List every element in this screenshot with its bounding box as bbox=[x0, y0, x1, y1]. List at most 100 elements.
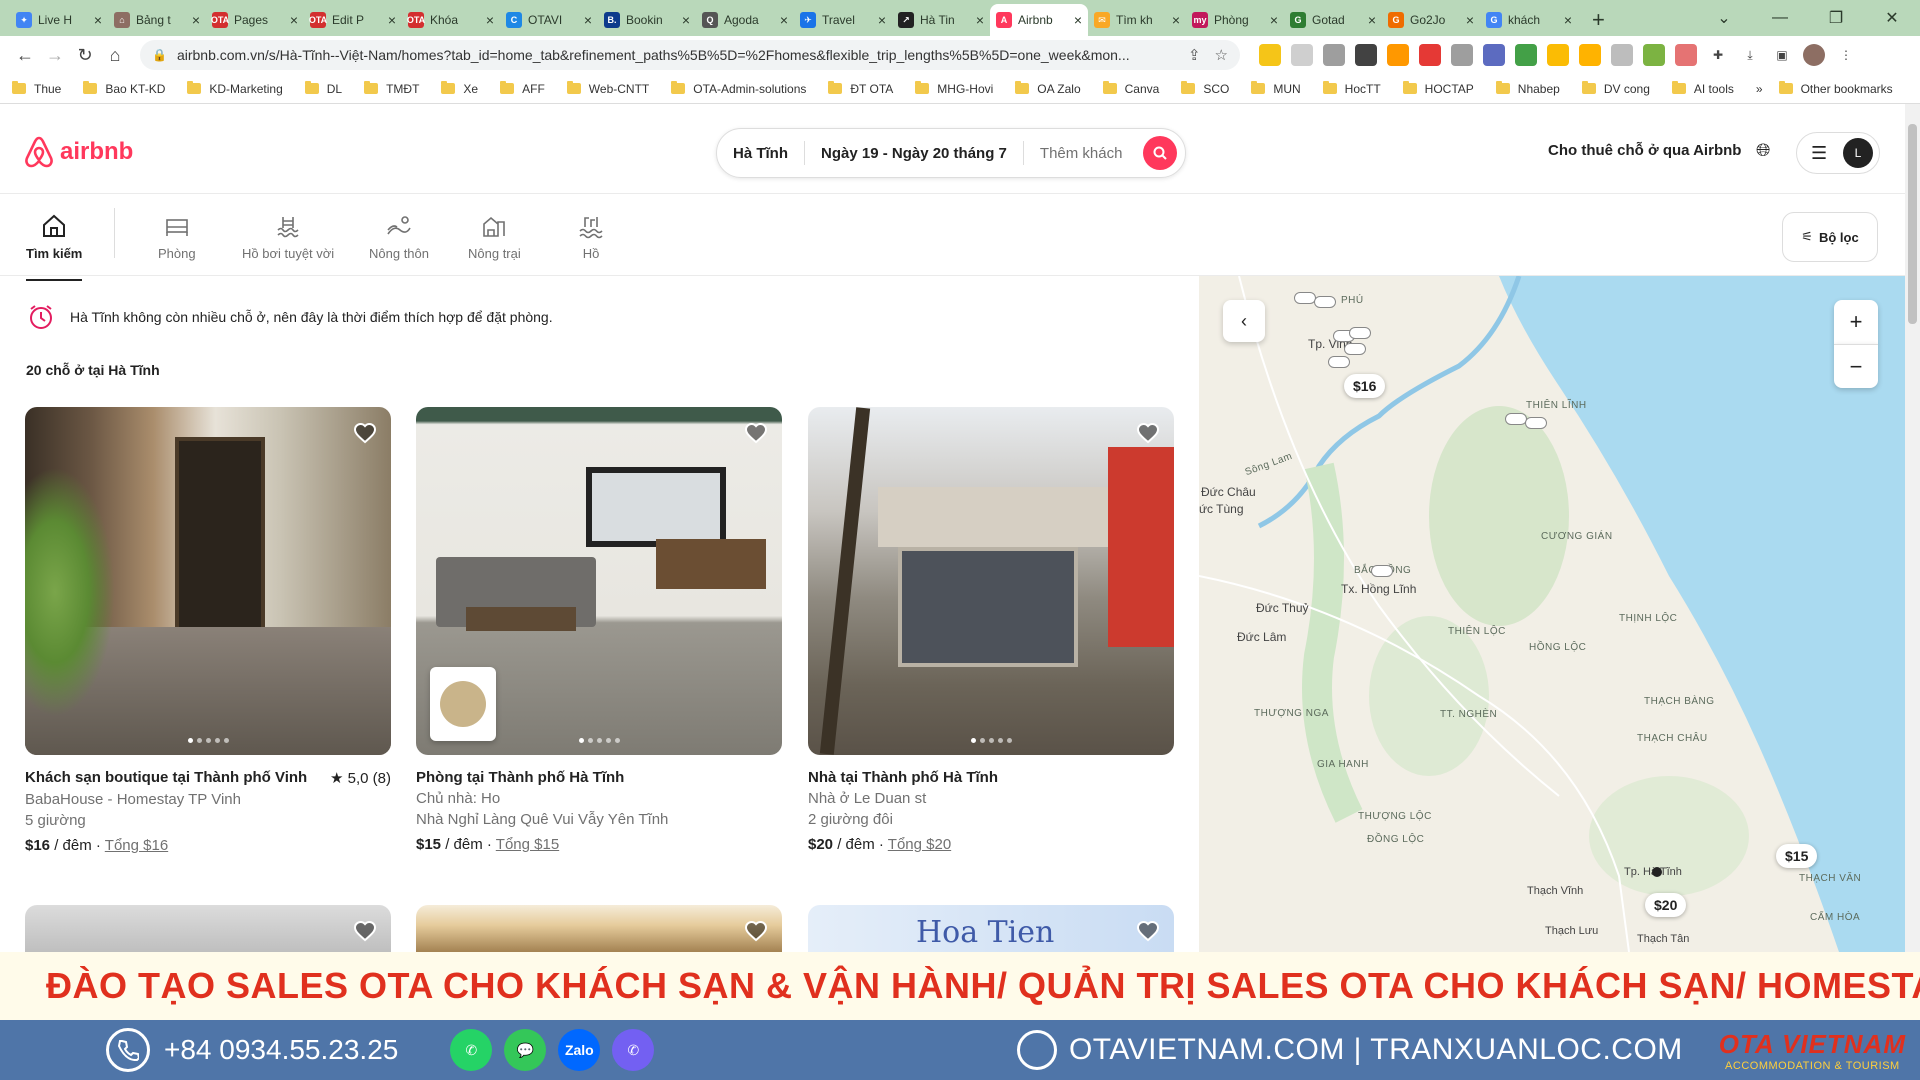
browser-tab[interactable]: G Go2Jo × bbox=[1382, 4, 1480, 36]
forward-icon[interactable]: → bbox=[40, 40, 70, 70]
user-menu-button[interactable]: ☰ L bbox=[1796, 132, 1880, 174]
listing-card[interactable] bbox=[25, 905, 391, 955]
extension-icon[interactable] bbox=[1419, 44, 1441, 66]
browser-tab[interactable]: OTA Edit P × bbox=[304, 4, 402, 36]
reload-icon[interactable]: ↻ bbox=[70, 40, 100, 70]
host-avatar[interactable] bbox=[430, 667, 496, 741]
bookmark-item[interactable]: Thue bbox=[12, 81, 61, 96]
close-tab-icon[interactable]: × bbox=[780, 12, 788, 28]
browser-tab[interactable]: ⌂ Bảng t × bbox=[108, 4, 206, 36]
search-button[interactable] bbox=[1143, 136, 1177, 170]
search-guests[interactable]: Thêm khách bbox=[1024, 145, 1143, 162]
price-pin[interactable]: $15 bbox=[1776, 844, 1818, 868]
heart-icon[interactable] bbox=[1136, 919, 1160, 943]
tab-search-icon[interactable]: ⌄ bbox=[1696, 0, 1752, 36]
map-marker[interactable] bbox=[1349, 327, 1371, 339]
browser-tab[interactable]: G Gotad × bbox=[1284, 4, 1382, 36]
extension-icon[interactable] bbox=[1323, 44, 1345, 66]
browser-tab[interactable]: ↗ Hà Tin × bbox=[892, 4, 990, 36]
bookmark-item[interactable]: SCO bbox=[1181, 81, 1229, 96]
listing-photo[interactable] bbox=[416, 407, 782, 755]
share-icon[interactable]: ⇪ bbox=[1188, 46, 1201, 64]
close-tab-icon[interactable]: × bbox=[290, 12, 298, 28]
close-tab-icon[interactable]: × bbox=[682, 12, 690, 28]
download-icon[interactable]: ⤓ bbox=[1739, 44, 1761, 66]
sidepanel-icon[interactable]: ▣ bbox=[1771, 44, 1793, 66]
heart-icon[interactable] bbox=[744, 421, 768, 445]
address-bar[interactable]: 🔒 airbnb.com.vn/s/Hà-Tĩnh--Việt-Nam/home… bbox=[140, 40, 1240, 70]
listing-card[interactable]: Khách sạn boutique tại Thành phố Vinh ★ … bbox=[25, 407, 391, 854]
heart-icon[interactable] bbox=[1136, 421, 1160, 445]
results-map[interactable]: PHÚ Tp. Vinh THIÊN LĨNH Sông Lam Đức Châ… bbox=[1199, 276, 1905, 952]
search-location[interactable]: Hà Tĩnh bbox=[717, 141, 805, 165]
heart-icon[interactable] bbox=[353, 919, 377, 943]
category-countryside[interactable]: Nông thôn bbox=[369, 212, 429, 261]
other-bookmarks[interactable]: Other bookmarks bbox=[1778, 81, 1893, 96]
listing-photo[interactable] bbox=[808, 407, 1174, 755]
extension-icon[interactable] bbox=[1291, 44, 1313, 66]
close-tab-icon[interactable]: × bbox=[94, 12, 102, 28]
close-tab-icon[interactable]: × bbox=[486, 12, 494, 28]
back-icon[interactable]: ← bbox=[10, 40, 40, 70]
bookmarks-overflow-icon[interactable]: » bbox=[1756, 82, 1763, 96]
map-marker[interactable] bbox=[1525, 417, 1547, 429]
become-host-link[interactable]: Cho thuê chỗ ở qua Airbnb bbox=[1548, 142, 1741, 159]
map-marker[interactable] bbox=[1314, 296, 1336, 308]
price-pin[interactable]: $16 bbox=[1344, 374, 1386, 398]
extension-icon[interactable] bbox=[1643, 44, 1665, 66]
close-tab-icon[interactable]: × bbox=[1074, 12, 1082, 28]
filter-button[interactable]: ⚟ Bộ lọc bbox=[1782, 212, 1878, 262]
category-search[interactable]: Tìm kiếm bbox=[26, 212, 83, 281]
heart-icon[interactable] bbox=[744, 919, 768, 943]
bookmark-item[interactable]: AFF bbox=[500, 81, 545, 96]
extension-icon[interactable] bbox=[1355, 44, 1377, 66]
airbnb-logo[interactable]: airbnb bbox=[24, 136, 133, 168]
extension-icon[interactable] bbox=[1675, 44, 1697, 66]
browser-tab[interactable]: my Phòng × bbox=[1186, 4, 1284, 36]
browser-tab[interactable]: B. Bookin × bbox=[598, 4, 696, 36]
close-window-icon[interactable]: ✕ bbox=[1864, 0, 1920, 36]
bookmark-item[interactable]: Bao KT-KD bbox=[83, 81, 165, 96]
bookmark-item[interactable]: AI tools bbox=[1671, 81, 1734, 96]
close-tab-icon[interactable]: × bbox=[1368, 12, 1376, 28]
map-marker[interactable] bbox=[1371, 565, 1393, 577]
bookmark-item[interactable]: TMĐT bbox=[364, 81, 419, 96]
browser-tab[interactable]: OTA Khóa × bbox=[402, 4, 500, 36]
price-pin[interactable]: $20 bbox=[1645, 893, 1687, 917]
browser-tab[interactable]: ✦ Live H × bbox=[10, 4, 108, 36]
listing-card[interactable]: Nhà tại Thành phố Hà Tĩnh Nhà ở Le Duan … bbox=[808, 407, 1174, 853]
zoom-in-button[interactable]: + bbox=[1834, 300, 1878, 344]
kebab-menu-icon[interactable]: ⋮ bbox=[1835, 44, 1857, 66]
browser-tab[interactable]: ✈ Travel × bbox=[794, 4, 892, 36]
listing-card[interactable] bbox=[416, 905, 782, 955]
search-bar[interactable]: Hà Tĩnh Ngày 19 - Ngày 20 tháng 7 Thêm k… bbox=[716, 128, 1186, 178]
scrollbar-thumb[interactable] bbox=[1908, 124, 1917, 324]
map-marker[interactable] bbox=[1505, 413, 1527, 425]
extension-icon[interactable] bbox=[1451, 44, 1473, 66]
url-text[interactable]: airbnb.com.vn/s/Hà-Tĩnh--Việt-Nam/homes?… bbox=[177, 47, 1174, 63]
extension-icon[interactable] bbox=[1579, 44, 1601, 66]
close-tab-icon[interactable]: × bbox=[1564, 12, 1572, 28]
bookmark-item[interactable]: ĐT OTA bbox=[828, 81, 893, 96]
map-marker[interactable] bbox=[1294, 292, 1316, 304]
close-tab-icon[interactable]: × bbox=[976, 12, 984, 28]
close-tab-icon[interactable]: × bbox=[1270, 12, 1278, 28]
bookmark-item[interactable]: OTA-Admin-solutions bbox=[671, 81, 806, 96]
extension-icon[interactable] bbox=[1387, 44, 1409, 66]
bookmark-item[interactable]: HOCTAP bbox=[1402, 81, 1474, 96]
category-lakes[interactable]: Hồ bbox=[577, 212, 605, 261]
close-tab-icon[interactable]: × bbox=[388, 12, 396, 28]
heart-icon[interactable] bbox=[353, 421, 377, 445]
listing-total[interactable]: Tổng $20 bbox=[888, 836, 951, 853]
bookmark-item[interactable]: HocTT bbox=[1322, 81, 1381, 96]
extension-icon[interactable] bbox=[1515, 44, 1537, 66]
listing-total[interactable]: Tổng $16 bbox=[105, 837, 168, 854]
bookmark-item[interactable]: Canva bbox=[1102, 81, 1159, 96]
browser-tab[interactable]: ✉ Tìm kh × bbox=[1088, 4, 1186, 36]
browser-tab[interactable]: Q Agoda × bbox=[696, 4, 794, 36]
browser-tab[interactable]: C OTAVI × bbox=[500, 4, 598, 36]
listing-card[interactable]: Hoa Tien bbox=[808, 905, 1174, 955]
extension-icon[interactable] bbox=[1259, 44, 1281, 66]
close-tab-icon[interactable]: × bbox=[878, 12, 886, 28]
profile-avatar[interactable] bbox=[1803, 44, 1825, 66]
